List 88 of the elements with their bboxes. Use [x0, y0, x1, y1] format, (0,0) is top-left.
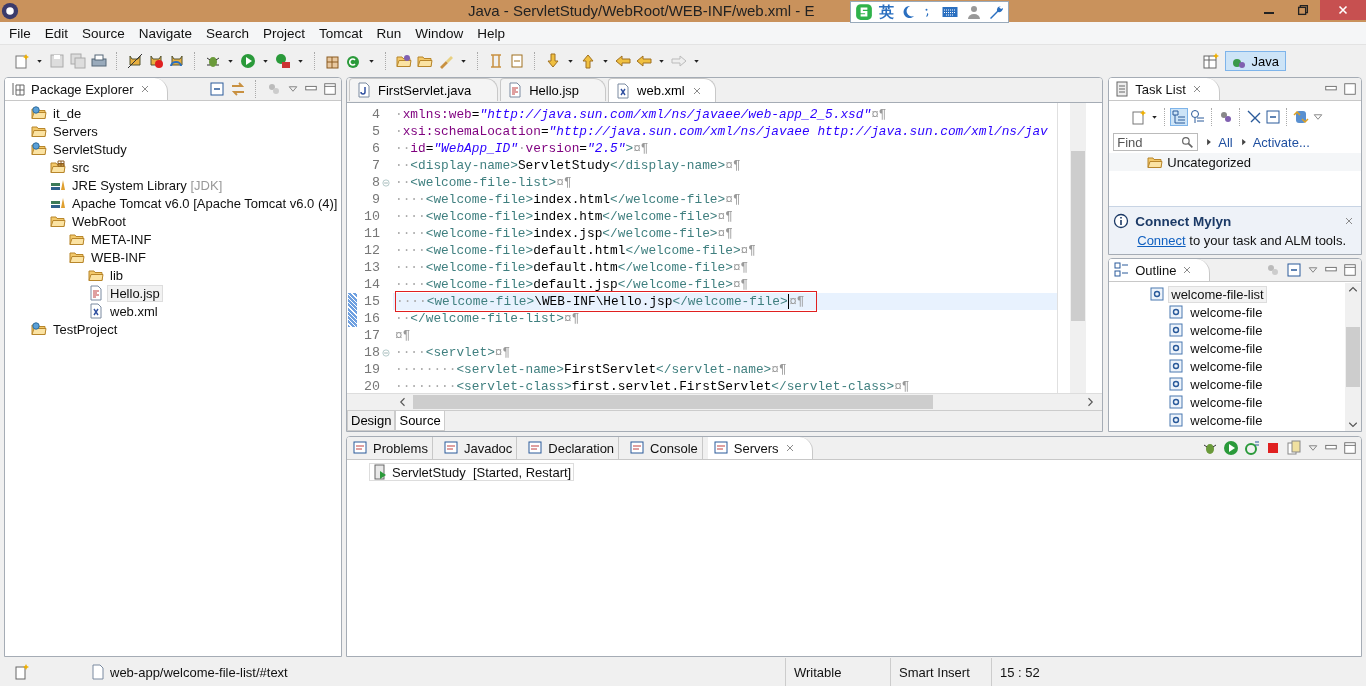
code-line: ·xmlns:web="http://java.sun.com/xml/ns/javaee/web-app_2_5.xsd"¤¶	[395, 107, 887, 122]
code-line: ····<welcome-file>index.htm</welcome-file>¤¶	[395, 209, 733, 224]
menu-item[interactable]: Run	[369, 25, 409, 41]
tree-item[interactable]: Apache Tomcat v6.0 [Apache Tomcat v6.0 (4)]	[69, 194, 341, 212]
code-line: ·xsi:schemaLocation="http://java.sun.com/xml/ns/javaee http://java.sun.com/xml/ns/jav	[395, 124, 1048, 139]
menu-item[interactable]: File	[2, 25, 38, 41]
window-title: Java - ServletStudy/WebRoot/WEB-INF/web.xml - E	[468, 2, 815, 19]
line-number: 8	[372, 175, 380, 190]
code-line: ····<welcome-file>default.htm</welcome-file>¤¶	[395, 260, 749, 275]
code-line: ··</welcome-file-list>¤¶	[395, 311, 580, 326]
line-number: 19	[364, 362, 380, 377]
menu-item[interactable]: Edit	[37, 25, 76, 41]
tree-item[interactable]: Hello.jsp	[107, 284, 163, 302]
tree-item[interactable]: welcome-file	[1187, 339, 1266, 357]
tree-item[interactable]: welcome-file	[1187, 357, 1266, 375]
editor-tab[interactable]: Hello.jsp	[500, 78, 607, 101]
code-line: ··<display-name>ServletStudy</display-name>¤¶	[395, 158, 741, 173]
line-number: 14	[364, 277, 380, 292]
menu-item[interactable]: Search	[199, 25, 256, 41]
tree-item[interactable]: welcome-file	[1187, 321, 1266, 339]
code-line: ¤¶	[395, 328, 411, 343]
line-number: 12	[364, 243, 380, 258]
status-insert-mode: Smart Insert	[890, 658, 991, 686]
menu-item[interactable]: Help	[470, 25, 512, 41]
editor-tab[interactable]: web.xml	[608, 78, 716, 102]
tree-item[interactable]: welcome-file	[1187, 303, 1266, 321]
code-line: ··id="WebApp_ID"·version="2.5">¤¶	[395, 141, 649, 156]
menu-item[interactable]: Window	[408, 25, 471, 41]
tree-item[interactable]: META-INF	[88, 230, 155, 248]
line-number: 17	[364, 328, 380, 343]
line-number: 18	[364, 345, 380, 360]
line-number: 15	[364, 294, 380, 309]
code-line: ········<servlet-class>first.servlet.FirstServlet</servlet-class>¤¶	[395, 379, 910, 393]
line-number: 10	[364, 209, 380, 224]
code-line: ········<servlet-name>FirstServlet</servlet-name>¤¶	[395, 362, 787, 377]
tree-item[interactable]: Servers	[50, 122, 101, 140]
status-writable: Writable	[785, 658, 890, 686]
tree-item[interactable]: ServletStudy	[50, 140, 130, 158]
input-method-bar: 英	[850, 1, 1009, 23]
tree-item[interactable]: welcome-file	[1187, 393, 1266, 411]
tree-item[interactable]: JRE System Library [JDK]	[69, 176, 226, 194]
menu-item[interactable]: Source	[75, 25, 132, 41]
view-tab[interactable]: Outline	[1109, 259, 1211, 281]
tree-item[interactable]: it_de	[50, 104, 85, 122]
tree-item[interactable]: TestProject	[50, 320, 121, 338]
line-number: 6	[372, 141, 380, 156]
menu-item[interactable]: Tomcat	[311, 25, 370, 41]
tree-item[interactable]: welcome-file-list	[1168, 285, 1267, 303]
code-line: ····<welcome-file>default.html</welcome-file>¤¶	[395, 243, 756, 258]
line-number: 7	[372, 158, 380, 173]
tree-item[interactable]: web.xml	[107, 302, 161, 320]
filter-link[interactable]: All	[1218, 134, 1233, 150]
line-number: 4	[372, 107, 380, 122]
editor-tab[interactable]: FirstServlet.java	[349, 78, 499, 101]
code-line: ····<welcome-file>index.jsp</welcome-file>¤¶	[395, 226, 733, 241]
code-line: ····<servlet>¤¶	[395, 345, 511, 360]
view-tab[interactable]: Package Explorer	[5, 78, 168, 100]
find-field[interactable]: Find	[1113, 133, 1199, 151]
menu-item[interactable]: Navigate	[131, 25, 200, 41]
banner-title: Connect Mylyn	[1135, 213, 1232, 229]
line-number: 11	[364, 226, 380, 241]
tree-item[interactable]: src	[69, 158, 93, 176]
status-position: 15 : 52	[991, 658, 1080, 686]
editor-mode-tab[interactable]: Source	[395, 411, 445, 431]
tree-item[interactable]: WEB-INF	[88, 248, 149, 266]
perspective-button[interactable]: Java	[1224, 51, 1286, 71]
code-line: ··<welcome-file-list>¤¶	[395, 175, 572, 190]
filter-link[interactable]: Activate...	[1252, 134, 1310, 150]
tree-item[interactable]: WebRoot	[69, 212, 129, 230]
view-tab[interactable]: Servers	[707, 437, 813, 459]
tree-item[interactable]: welcome-file	[1187, 411, 1266, 429]
menu-item[interactable]: Project	[255, 25, 312, 41]
line-number: 20	[364, 379, 380, 393]
line-number: 5	[372, 124, 380, 139]
line-number: 9	[372, 192, 380, 207]
line-number: 13	[364, 260, 380, 275]
connect-link[interactable]: Connect	[1137, 233, 1186, 248]
server-item[interactable]: ServletStudy [Started, Restart]	[369, 463, 575, 481]
view-tab[interactable]: Task List	[1109, 78, 1220, 100]
status-path: web-app/welcome-file-list/#text	[109, 664, 289, 680]
view-tab[interactable]: Problems	[347, 437, 433, 459]
tree-item[interactable]: lib	[107, 266, 126, 284]
code-line: ····<welcome-file>default.jsp</welcome-file>¤¶	[395, 277, 749, 292]
tree-item[interactable]: welcome-file	[1187, 375, 1266, 393]
editor-mode-tab[interactable]: Design	[347, 411, 396, 431]
connect-message: Connect to your task and ALM tools.	[1136, 233, 1348, 248]
code-line: ····<welcome-file>index.html</welcome-file>¤¶	[395, 192, 741, 207]
line-number: 16	[364, 311, 380, 326]
